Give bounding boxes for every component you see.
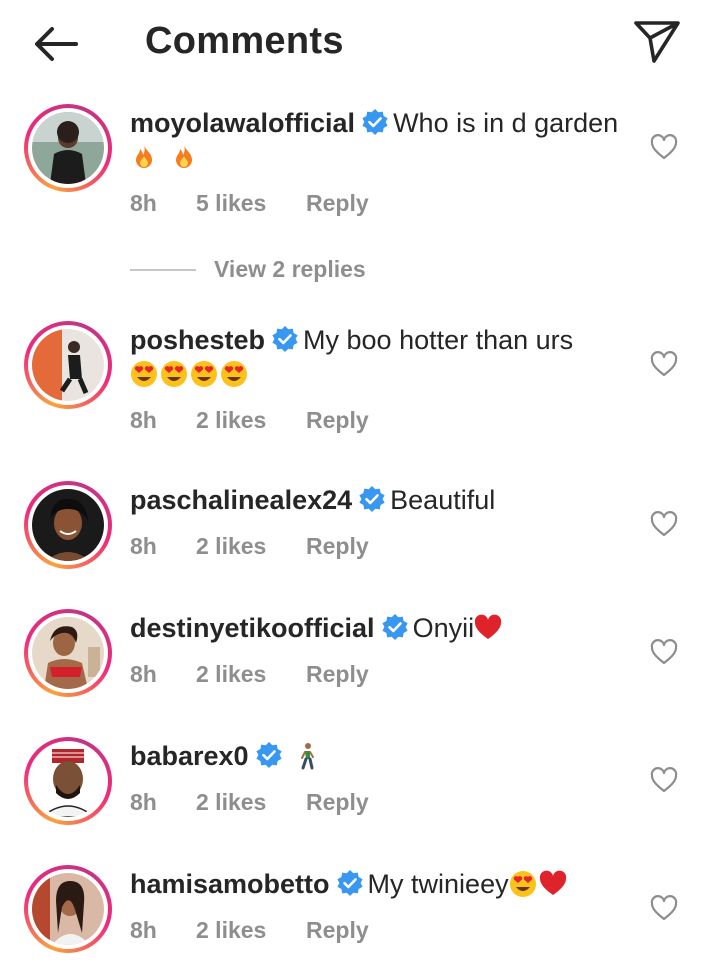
person-walking-emoji	[300, 743, 314, 770]
comment-meta: 8h 2 likes Reply	[130, 533, 369, 560]
heart-outline-icon	[650, 134, 678, 160]
comment-likes[interactable]: 2 likes	[196, 533, 306, 560]
heart-outline-icon	[650, 895, 678, 921]
comment-text-line: poshesteb My boo hotter than urs	[130, 323, 630, 391]
paper-plane-icon	[634, 21, 680, 63]
avatar[interactable]	[24, 737, 112, 825]
comment-text-line: moyolawalofficial Who is in d garden	[130, 106, 630, 174]
comment-time: 8h	[130, 533, 157, 559]
verified-badge-icon	[359, 486, 385, 512]
username[interactable]: destinyetikoofficial	[130, 613, 375, 643]
username[interactable]: hamisamobetto	[130, 869, 330, 899]
reply-button[interactable]: Reply	[306, 917, 369, 944]
divider	[130, 269, 196, 271]
comment-likes[interactable]: 2 likes	[196, 407, 306, 434]
like-button[interactable]	[650, 767, 678, 793]
reply-button[interactable]: Reply	[306, 661, 369, 688]
avatar[interactable]	[24, 104, 112, 192]
comment-time: 8h	[130, 789, 157, 815]
avatar[interactable]	[24, 609, 112, 697]
comment-text-line: destinyetikoofficial Onyii	[130, 611, 630, 645]
comment-time: 8h	[130, 190, 157, 216]
arrow-left-icon	[35, 27, 78, 61]
back-button[interactable]	[30, 22, 82, 66]
username[interactable]: babarex0	[130, 741, 249, 771]
red-heart-emoji	[539, 870, 566, 895]
comment-text: My twinieey	[367, 869, 509, 899]
comment-meta: 8h 2 likes Reply	[130, 789, 369, 816]
comment-text-line: paschalinealex24 Beautiful	[130, 483, 630, 517]
verified-badge-icon	[255, 742, 282, 768]
like-button[interactable]	[650, 511, 678, 537]
comment-meta: 8h 2 likes Reply	[130, 661, 369, 688]
comment-likes[interactable]: 2 likes	[196, 917, 306, 944]
comment-text: Who is in d garden	[393, 108, 619, 138]
reply-button[interactable]: Reply	[306, 789, 369, 816]
username[interactable]: paschalinealex24	[130, 485, 352, 515]
comment-meta: 8h 2 likes Reply	[130, 407, 369, 434]
heart-eyes-emoji	[221, 361, 247, 387]
view-replies-label[interactable]: View 2 replies	[214, 256, 366, 283]
comment-time: 8h	[130, 661, 157, 687]
like-button[interactable]	[650, 134, 678, 160]
comment-text: Onyii	[412, 613, 475, 643]
comment-text-line: hamisamobetto My twinieey	[130, 867, 630, 901]
heart-outline-icon	[650, 351, 678, 377]
comment-likes[interactable]: 2 likes	[196, 661, 306, 688]
like-button[interactable]	[650, 639, 678, 665]
comment-text: Beautiful	[390, 485, 496, 515]
fire-emoji	[136, 145, 152, 168]
comment-meta: 8h 5 likes Reply	[130, 190, 369, 217]
comment-likes[interactable]: 2 likes	[196, 789, 306, 816]
like-button[interactable]	[650, 895, 678, 921]
heart-eyes-emoji	[131, 361, 157, 387]
reply-button[interactable]: Reply	[306, 407, 369, 434]
verified-badge-icon	[272, 326, 298, 352]
comment-meta: 8h 2 likes Reply	[130, 917, 369, 944]
verified-badge-icon	[362, 109, 388, 135]
comment-time: 8h	[130, 917, 157, 943]
avatar[interactable]	[24, 481, 112, 569]
heart-outline-icon	[650, 767, 678, 793]
header-bar: Comments	[0, 0, 720, 88]
share-button[interactable]	[632, 18, 682, 64]
avatar[interactable]	[24, 321, 112, 409]
heart-eyes-emoji	[161, 361, 187, 387]
heart-outline-icon	[650, 511, 678, 537]
avatar[interactable]	[24, 865, 112, 953]
heart-eyes-emoji	[509, 871, 536, 897]
like-button[interactable]	[650, 351, 678, 377]
comment-likes[interactable]: 5 likes	[196, 190, 306, 217]
comment-time: 8h	[130, 407, 157, 433]
reply-button[interactable]: Reply	[306, 190, 369, 217]
username[interactable]: poshesteb	[130, 325, 265, 355]
comment-text: My boo hotter than urs	[303, 325, 574, 355]
verified-badge-icon	[381, 614, 408, 640]
reply-button[interactable]: Reply	[306, 533, 369, 560]
comment-text-line: babarex0	[130, 739, 630, 773]
heart-outline-icon	[650, 639, 678, 665]
username[interactable]: moyolawalofficial	[130, 108, 355, 138]
page-title: Comments	[145, 20, 344, 62]
verified-badge-icon	[336, 870, 363, 896]
fire-emoji	[175, 145, 192, 168]
heart-eyes-emoji	[191, 361, 217, 387]
red-heart-emoji	[474, 614, 502, 639]
